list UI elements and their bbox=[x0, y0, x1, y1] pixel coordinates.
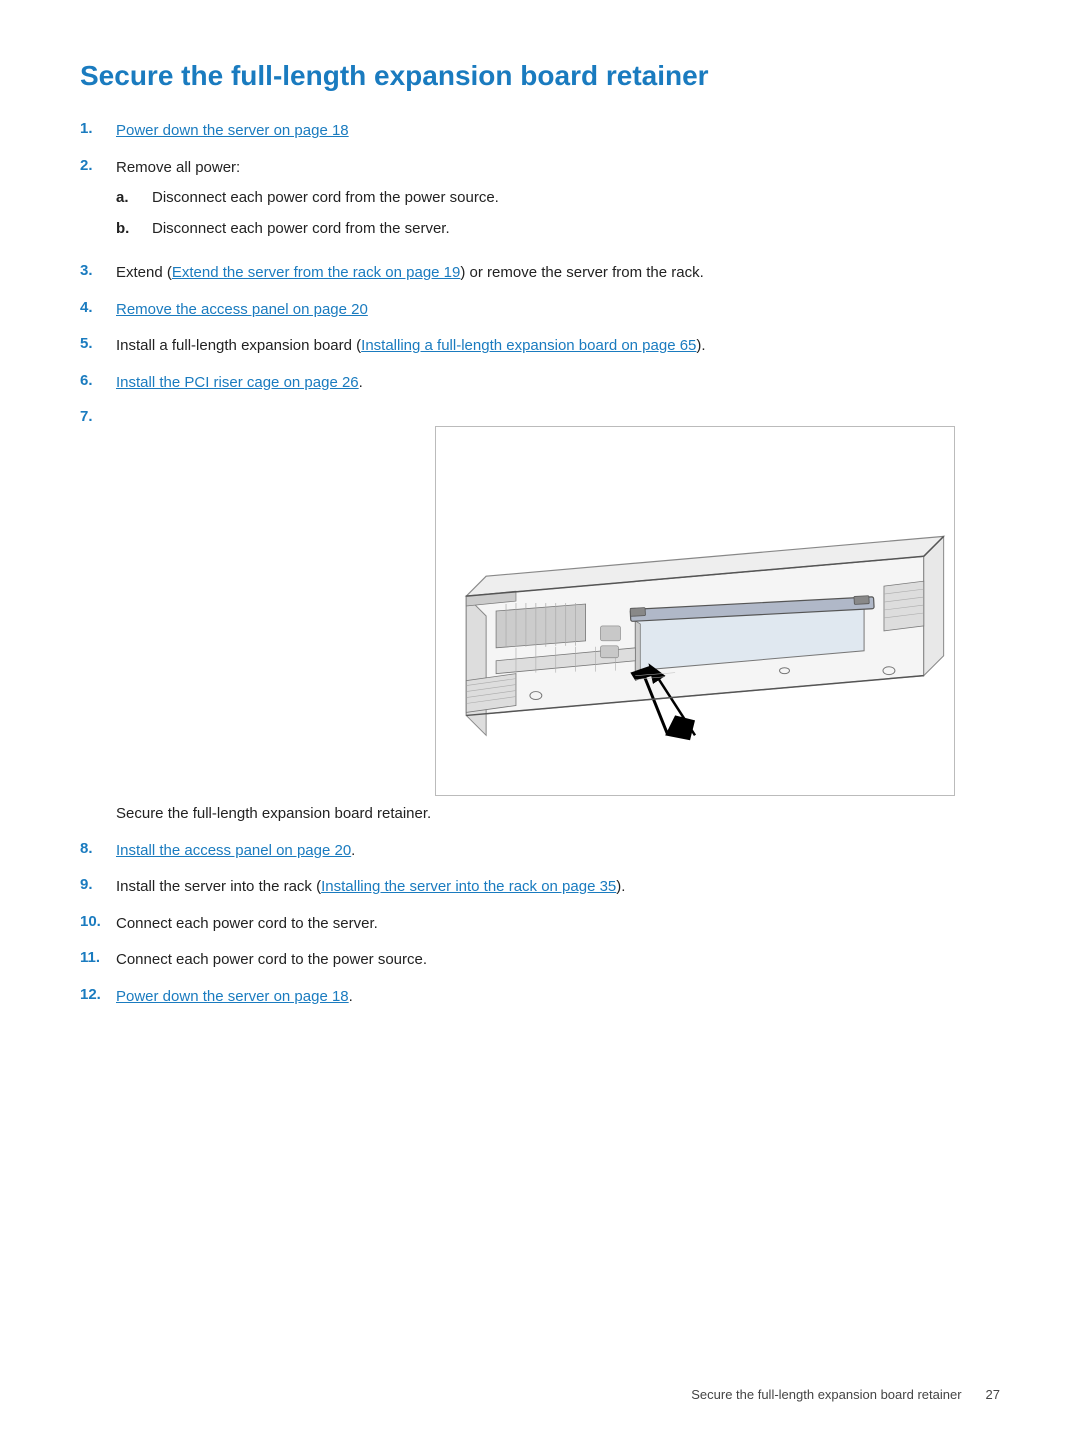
step-11-content: Connect each power cord to the power sou… bbox=[116, 949, 1000, 972]
steps-list: 1. Power down the server on page 18 2. R… bbox=[80, 120, 1000, 1008]
page-title: Secure the full-length expansion board r… bbox=[80, 60, 1000, 92]
step-10-text: Connect each power cord to the server. bbox=[116, 915, 378, 932]
step-1-content: Power down the server on page 18 bbox=[116, 120, 1000, 143]
step-2b-label: b. bbox=[116, 218, 152, 241]
step-2a: a. Disconnect each power cord from the p… bbox=[116, 187, 1000, 210]
step-4-content: Remove the access panel on page 20 bbox=[116, 299, 1000, 322]
step-3-link[interactable]: Extend the server from the rack on page … bbox=[172, 264, 461, 281]
step-12-link[interactable]: Power down the server on page 18 bbox=[116, 988, 349, 1005]
step-7: 7. Secure the full-length expansion boar… bbox=[80, 408, 1000, 826]
step-8-suffix: . bbox=[351, 842, 355, 859]
step-3-prefix: Extend ( bbox=[116, 264, 172, 281]
step-11: 11. Connect each power cord to the power… bbox=[80, 949, 1000, 972]
step-5: 5. Install a full-length expansion board… bbox=[80, 335, 1000, 358]
step-6-link[interactable]: Install the PCI riser cage on page 26 bbox=[116, 374, 359, 391]
step-12-content: Power down the server on page 18. bbox=[116, 986, 1000, 1009]
step-8-content: Install the access panel on page 20. bbox=[116, 840, 1000, 863]
step-10-content: Connect each power cord to the server. bbox=[116, 913, 1000, 936]
step-1-num: 1. bbox=[80, 120, 116, 137]
step-10: 10. Connect each power cord to the serve… bbox=[80, 913, 1000, 936]
step-10-num: 10. bbox=[80, 913, 116, 930]
step-4: 4. Remove the access panel on page 20 bbox=[80, 299, 1000, 322]
footer: Secure the full-length expansion board r… bbox=[691, 1387, 1000, 1402]
step-2b: b. Disconnect each power cord from the s… bbox=[116, 218, 1000, 241]
step-2-sublist: a. Disconnect each power cord from the p… bbox=[116, 187, 1000, 240]
step-5-content: Install a full-length expansion board (I… bbox=[116, 335, 1000, 358]
step-9-content: Install the server into the rack (Instal… bbox=[116, 876, 1000, 899]
step-6-content: Install the PCI riser cage on page 26. bbox=[116, 372, 1000, 395]
diagram-svg bbox=[436, 427, 954, 795]
step-1-link[interactable]: Power down the server on page 18 bbox=[116, 122, 349, 139]
step-9-prefix: Install the server into the rack ( bbox=[116, 878, 321, 895]
step-6: 6. Install the PCI riser cage on page 26… bbox=[80, 372, 1000, 395]
footer-page: 27 bbox=[986, 1387, 1000, 1402]
step-2a-text: Disconnect each power cord from the powe… bbox=[152, 187, 499, 210]
step-1: 1. Power down the server on page 18 bbox=[80, 120, 1000, 143]
server-diagram bbox=[435, 426, 955, 796]
step-5-prefix: Install a full-length expansion board ( bbox=[116, 337, 361, 354]
step-12: 12. Power down the server on page 18. bbox=[80, 986, 1000, 1009]
step-4-num: 4. bbox=[80, 299, 116, 316]
step-12-num: 12. bbox=[80, 986, 116, 1003]
step-2b-text: Disconnect each power cord from the serv… bbox=[152, 218, 450, 241]
footer-label: Secure the full-length expansion board r… bbox=[691, 1387, 961, 1402]
step-6-suffix: . bbox=[359, 374, 363, 391]
step-7-content: Secure the full-length expansion board r… bbox=[116, 408, 1000, 826]
step-11-num: 11. bbox=[80, 949, 116, 966]
step-4-link[interactable]: Remove the access panel on page 20 bbox=[116, 301, 368, 318]
step-3-suffix: ) or remove the server from the rack. bbox=[460, 264, 703, 281]
step-2-content: Remove all power: a. Disconnect each pow… bbox=[116, 157, 1000, 249]
step-3-num: 3. bbox=[80, 262, 116, 279]
step-11-text: Connect each power cord to the power sou… bbox=[116, 951, 427, 968]
step-8: 8. Install the access panel on page 20. bbox=[80, 840, 1000, 863]
step-8-link[interactable]: Install the access panel on page 20 bbox=[116, 842, 351, 859]
step-2: 2. Remove all power: a. Disconnect each … bbox=[80, 157, 1000, 249]
step-2a-label: a. bbox=[116, 187, 152, 210]
step-9-suffix: ). bbox=[616, 878, 625, 895]
step-8-num: 8. bbox=[80, 840, 116, 857]
step-5-num: 5. bbox=[80, 335, 116, 352]
step-12-suffix: . bbox=[349, 988, 353, 1005]
step-6-num: 6. bbox=[80, 372, 116, 389]
step-9: 9. Install the server into the rack (Ins… bbox=[80, 876, 1000, 899]
step-3-content: Extend (Extend the server from the rack … bbox=[116, 262, 1000, 285]
step-7-text: Secure the full-length expansion board r… bbox=[116, 805, 431, 822]
step-5-link[interactable]: Installing a full-length expansion board… bbox=[361, 337, 696, 354]
step-2-text: Remove all power: bbox=[116, 159, 240, 176]
step-3: 3. Extend (Extend the server from the ra… bbox=[80, 262, 1000, 285]
step-2-num: 2. bbox=[80, 157, 116, 174]
step-9-num: 9. bbox=[80, 876, 116, 893]
step-5-suffix: ). bbox=[696, 337, 705, 354]
step-7-num: 7. bbox=[80, 408, 116, 425]
step-9-link[interactable]: Installing the server into the rack on p… bbox=[321, 878, 616, 895]
